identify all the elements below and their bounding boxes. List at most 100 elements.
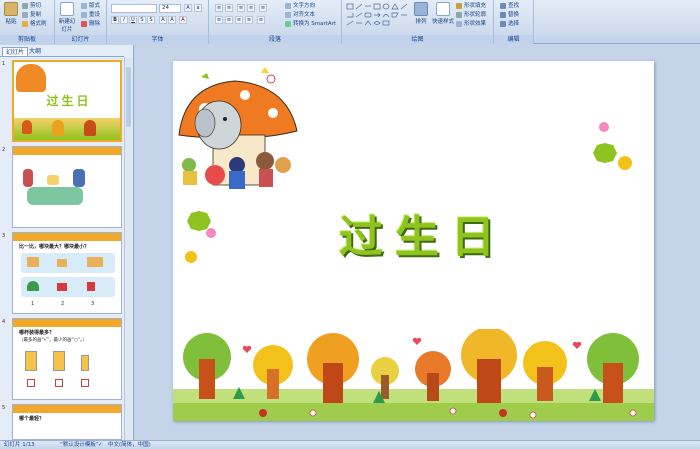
layout-button[interactable]: 版式 — [81, 2, 100, 10]
scissors-icon — [22, 2, 28, 9]
select-button[interactable]: 选择 — [500, 20, 519, 28]
change-case-button[interactable]: A — [168, 16, 176, 24]
quick-styles-icon — [436, 2, 450, 16]
editing-label: 编辑 — [494, 35, 533, 44]
clipboard-group: 粘贴 剪切 复制 格式刷 剪贴板 — [0, 0, 55, 44]
cake-slice-image — [27, 257, 39, 267]
spell-check-icon[interactable]: ✓ — [98, 441, 103, 449]
delete-icon — [81, 20, 87, 27]
arrange-icon — [414, 2, 428, 16]
slide-thumbnail-1[interactable]: 过生日 — [12, 60, 122, 142]
find-icon — [500, 2, 506, 9]
cake-image — [47, 175, 59, 185]
line-spacing-button[interactable]: ≡ — [259, 4, 267, 12]
scrollbar-thumb[interactable] — [126, 67, 131, 127]
copy-button[interactable]: 复制 — [22, 11, 41, 19]
justify-button[interactable]: ≡ — [245, 16, 253, 24]
clipboard-label: 剪贴板 — [0, 35, 54, 44]
theme-name[interactable]: “默认设计模板” — [60, 441, 99, 449]
paste-button[interactable]: 粘贴 — [2, 2, 20, 25]
cut-button[interactable]: 剪切 — [22, 2, 41, 10]
decorative-dots — [593, 122, 632, 170]
slide-thumbnail-2[interactable] — [12, 146, 122, 228]
forest-border — [173, 329, 654, 421]
shape-effects-button[interactable]: 形状效果 — [456, 20, 486, 28]
underline-button[interactable]: U — [129, 16, 137, 24]
slide-thumbnail-5[interactable]: 哪个最轻？ — [12, 404, 122, 440]
new-slide-button[interactable]: 新建幻灯片 — [57, 2, 77, 33]
shadow-button[interactable]: S — [147, 16, 155, 24]
quick-styles-button[interactable]: 快速样式 — [432, 2, 454, 25]
brush-icon — [22, 20, 28, 27]
font-color-button[interactable]: A — [179, 16, 187, 24]
reset-icon — [81, 11, 87, 18]
slides-group: 新建幻灯片 版式 重设 删除 幻灯片 — [55, 0, 107, 44]
text-direction-icon — [285, 2, 291, 9]
mushroom-house-illustration — [178, 67, 298, 189]
font-size-combo[interactable]: 24 — [159, 4, 181, 13]
shrink-font-button[interactable]: a — [194, 4, 202, 12]
align-text-button[interactable]: 对齐文本 — [285, 11, 315, 19]
tab-outline[interactable]: 大纲 — [26, 47, 44, 56]
shapes-gallery[interactable] — [346, 3, 408, 27]
replace-button[interactable]: 替换 — [500, 11, 519, 19]
ribbon: 粘贴 剪切 复制 格式刷 剪贴板 新建幻灯片 版式 重设 删除 幻灯片 24 A… — [0, 0, 700, 44]
drawing-group: 排列 快速样式 形状填充 形状轮廓 形状效果 绘图 — [342, 0, 494, 44]
thumb-number: 1 — [2, 61, 6, 67]
copy-icon — [22, 11, 28, 18]
text-direction-button[interactable]: 文字方向 — [285, 2, 315, 10]
editing-group: 查找 替换 选择 编辑 — [494, 0, 534, 44]
thumb-number: 5 — [2, 405, 6, 411]
strikethrough-button[interactable]: S — [138, 16, 146, 24]
find-button[interactable]: 查找 — [500, 2, 519, 10]
replace-icon — [500, 11, 506, 18]
delete-button[interactable]: 删除 — [81, 20, 100, 28]
thumb-number: 4 — [2, 319, 6, 325]
shape-outline-button[interactable]: 形状轮廓 — [456, 11, 486, 19]
new-slide-icon — [60, 2, 74, 16]
watermelon-image — [27, 281, 39, 291]
decrease-indent-button[interactable]: ≡ — [237, 4, 245, 12]
arrange-button[interactable]: 排列 — [412, 2, 430, 25]
cup-image — [25, 351, 37, 371]
thumb-title: 哪个最轻？ — [19, 416, 45, 422]
thumb-title: 哪杯装得最多？ — [19, 330, 55, 336]
numbering-button[interactable]: ≡ — [225, 4, 233, 12]
font-group: 24 A a B I U S S A A A 字体 — [107, 0, 209, 44]
thumb-subtitle: （最多的画“√”，最少的画“○”。） — [19, 338, 87, 343]
slide-counter: 幻灯片 1/13 — [4, 442, 35, 448]
language-indicator[interactable]: 中文(简体，中国) — [108, 441, 151, 449]
char-spacing-button[interactable]: A — [159, 16, 167, 24]
slide-canvas[interactable]: 过生日 — [173, 61, 654, 421]
tab-slides[interactable]: 幻灯片 — [2, 47, 29, 56]
align-right-button[interactable]: ≡ — [235, 16, 243, 24]
increase-indent-button[interactable]: ≡ — [247, 4, 255, 12]
drawing-label: 绘图 — [342, 35, 493, 44]
align-center-button[interactable]: ≡ — [225, 16, 233, 24]
mushroom-house-image — [16, 64, 46, 92]
thumb-title: 过生日 — [46, 94, 92, 108]
font-name-combo[interactable] — [111, 4, 157, 13]
font-label: 字体 — [107, 35, 208, 44]
slide-thumbnail-3[interactable]: 比一比，哪块最大？哪块最小？ 1 2 3 — [12, 232, 122, 314]
italic-button[interactable]: I — [120, 16, 128, 24]
smartart-button[interactable]: 转换为 SmartArt — [285, 20, 336, 28]
decorative-dots-left — [185, 211, 216, 263]
effects-icon — [456, 20, 462, 27]
reset-button[interactable]: 重设 — [81, 11, 100, 19]
status-bar: 幻灯片 1/13 “默认设计模板” ✓ 中文(简体，中国) — [0, 440, 700, 449]
layout-icon — [81, 2, 87, 9]
thumb-title: 比一比，哪块最大？哪块最小？ — [19, 244, 90, 250]
grow-font-button[interactable]: A — [184, 4, 192, 12]
shape-fill-button[interactable]: 形状填充 — [456, 2, 486, 10]
slides-label: 幻灯片 — [55, 35, 106, 44]
align-left-button[interactable]: ≡ — [215, 16, 223, 24]
columns-button[interactable]: ≡ — [257, 16, 265, 24]
bold-button[interactable]: B — [111, 16, 119, 24]
thumbnail-scrollbar[interactable] — [124, 57, 132, 440]
slide-thumbnail-4[interactable]: 哪杯装得最多？ （最多的画“√”，最少的画“○”。） — [12, 318, 122, 400]
format-painter-button[interactable]: 格式刷 — [22, 20, 47, 28]
slide-title[interactable]: 过生日 — [313, 201, 533, 265]
paragraph-group: ≡ ≡ ≡ ≡ ≡ ≡ ≡ ≡ ≡ ≡ 文字方向 对齐文本 转换为 SmartA… — [209, 0, 342, 44]
bullets-button[interactable]: ≡ — [215, 4, 223, 12]
